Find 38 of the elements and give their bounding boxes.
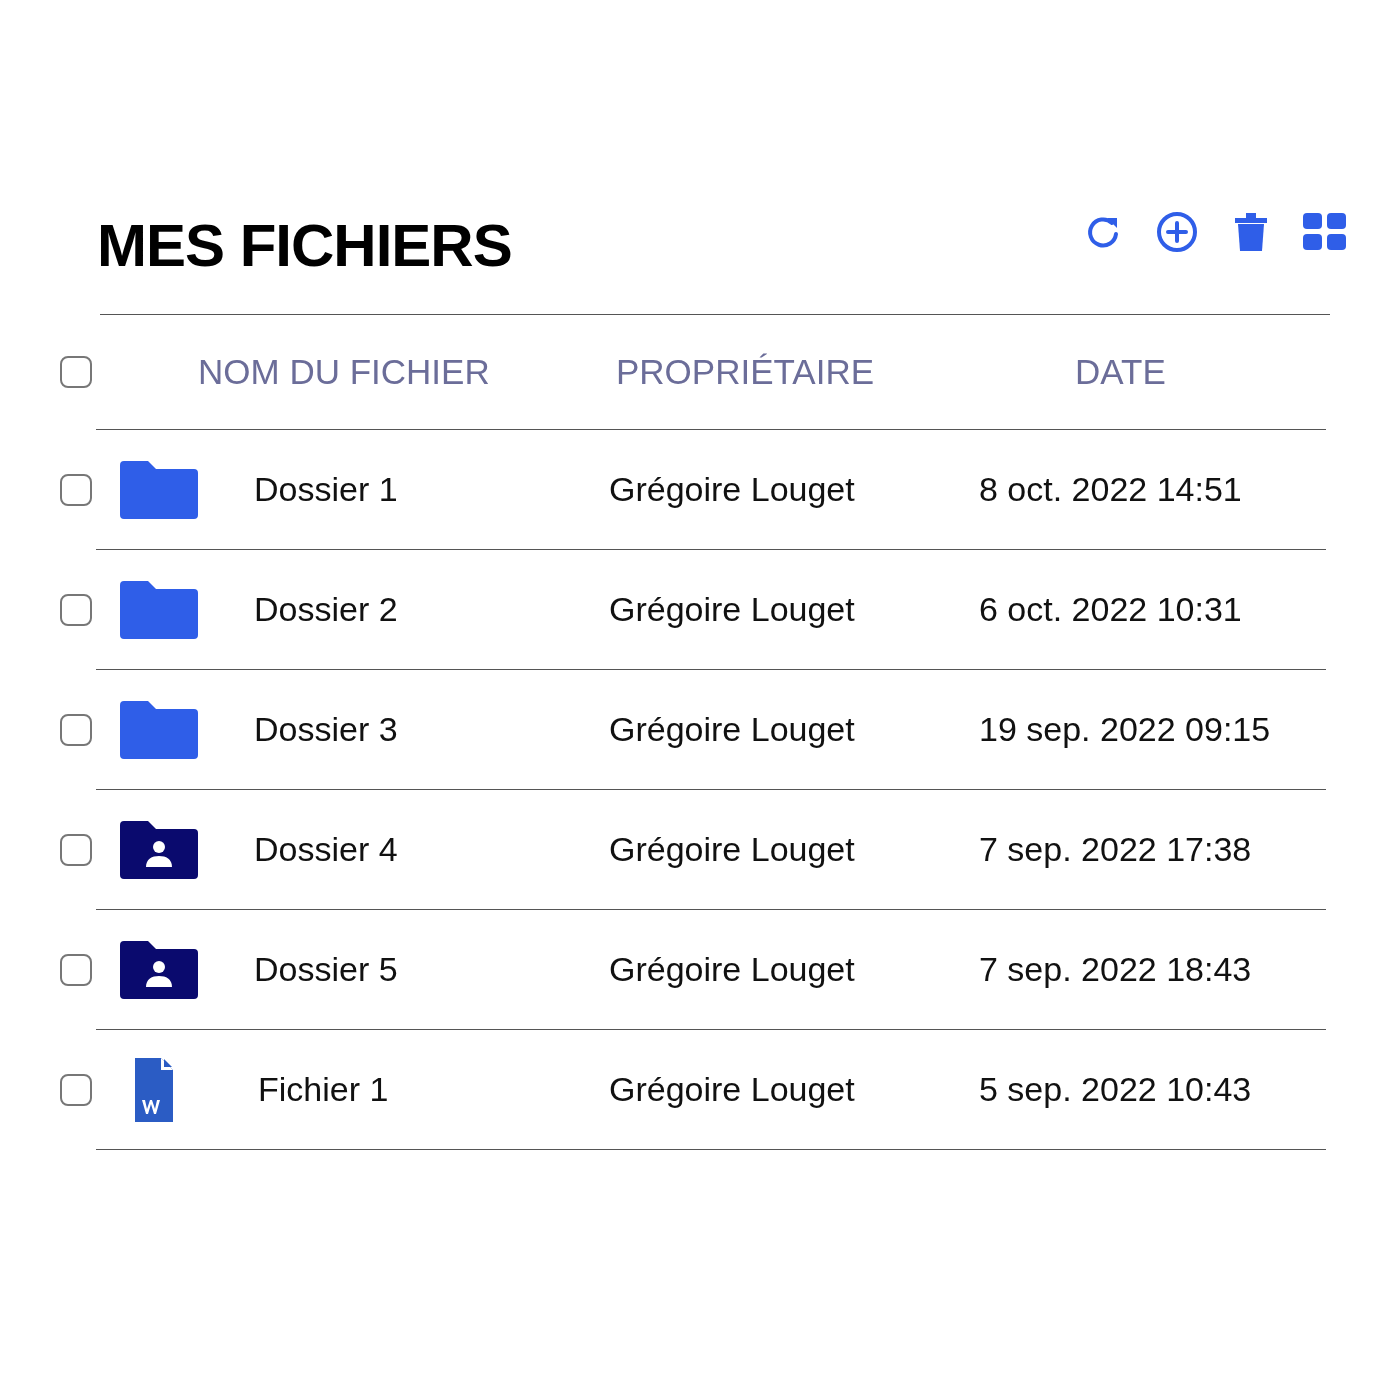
file-name: Dossier 4: [254, 830, 399, 869]
row-checkbox[interactable]: [60, 713, 92, 746]
owner-name: Grégoire Louget: [609, 1070, 856, 1109]
modified-date: 5 sep. 2022 10:43: [979, 1070, 1253, 1109]
add-icon: [1156, 211, 1198, 253]
row-checkbox[interactable]: [60, 473, 92, 506]
select-all-checkbox[interactable]: [60, 356, 92, 388]
column-header: NOM DU FICHIER: [198, 352, 491, 392]
file-name: Dossier 1: [254, 470, 399, 509]
shared-folder-icon: [120, 940, 198, 999]
modified-date: 7 sep. 2022 18:43: [979, 950, 1253, 989]
file-name: Dossier 5: [254, 950, 399, 989]
modified-date: 8 oct. 2022 14:51: [979, 470, 1243, 509]
folder-icon: [120, 580, 198, 639]
owner-name: Grégoire Louget: [609, 710, 856, 749]
shared-folder-icon: [120, 820, 198, 879]
row-checkbox[interactable]: [60, 1073, 92, 1106]
add-button[interactable]: [1155, 210, 1199, 254]
file-name: Fichier 1: [257, 1070, 390, 1109]
folder-icon: [120, 700, 198, 759]
owner-name: Grégoire Louget: [609, 470, 856, 509]
folder-icon: [120, 460, 198, 519]
owner-name: Grégoire Louget: [609, 830, 856, 869]
file-name: Dossier 3: [254, 710, 399, 749]
owner-name: Grégoire Louget: [609, 590, 856, 629]
modified-date: 6 oct. 2022 10:31: [979, 590, 1243, 629]
row-checkbox[interactable]: [60, 953, 92, 986]
owner-name: Grégoire Louget: [609, 950, 856, 989]
modified-date: 7 sep. 2022 17:38: [979, 830, 1253, 869]
column-header: PROPRIÉTAIRE: [616, 352, 875, 392]
file-name: Dossier 2: [254, 590, 399, 629]
grid-view-icon: [1303, 213, 1347, 251]
trash-icon: [1234, 212, 1268, 252]
row-checkbox[interactable]: [60, 833, 92, 866]
page-title: MES FICHIERS: [97, 211, 512, 281]
row-checkbox[interactable]: [60, 593, 92, 626]
column-header: DATE: [1075, 352, 1167, 392]
modified-date: 19 sep. 2022 09:15: [979, 710, 1272, 749]
